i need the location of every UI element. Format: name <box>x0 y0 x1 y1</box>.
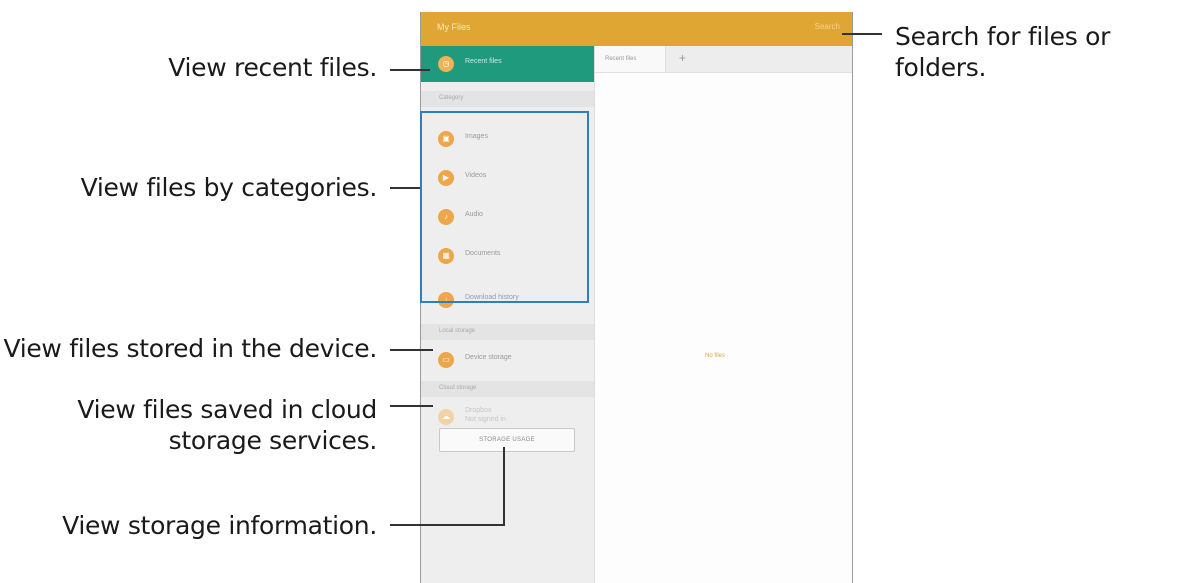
storage-usage-button[interactable]: STORAGE USAGE <box>439 428 575 452</box>
file-list-area: No files <box>595 73 852 583</box>
drawer-item-label: Device storage <box>465 354 512 361</box>
callout-storage-info: View storage information. <box>62 511 377 540</box>
cloud-item-status: Not signed in <box>465 416 506 423</box>
app-title: My Files <box>437 22 471 32</box>
connector-storage-horizontal <box>390 524 505 526</box>
add-tab-button[interactable]: + <box>679 51 686 65</box>
drawer-item-label: Recent files <box>465 58 502 65</box>
connector-recent <box>390 69 430 71</box>
callout-device-storage: View files stored in the device. <box>3 334 377 363</box>
drawer-item-device-storage[interactable]: ▭ Device storage <box>421 342 594 378</box>
cloud-item-name: Dropbox <box>465 407 492 414</box>
app-bar: My Files Search <box>421 12 852 46</box>
connector-search <box>842 33 882 35</box>
connector-device <box>390 349 433 351</box>
callout-cloud-storage: View files saved in cloud storage servic… <box>77 395 377 455</box>
cloud-icon: ☁ <box>438 409 454 425</box>
connector-categories <box>390 187 420 189</box>
clock-icon: ◷ <box>438 56 454 72</box>
connector-cloud <box>390 405 433 407</box>
device-storage-icon: ▭ <box>438 352 454 368</box>
callout-recent-files: View recent files. <box>168 53 377 82</box>
empty-state-text: No files <box>705 353 726 359</box>
categories-highlight-box <box>420 111 589 303</box>
search-button[interactable]: Search <box>815 22 840 31</box>
callout-search: Search for files or folders. <box>895 22 1111 82</box>
tab-recent-files[interactable]: Recent files <box>595 46 666 72</box>
drawer-item-recent-files[interactable]: ◷ Recent files <box>421 46 594 82</box>
cloud-storage-section-header: Cloud storage <box>421 381 594 397</box>
category-section-header: Category <box>421 91 594 107</box>
connector-storage-vertical <box>503 447 505 526</box>
tab-bar: Recent files + <box>595 46 852 73</box>
local-storage-section-header: Local storage <box>421 324 594 340</box>
callout-categories: View files by categories. <box>80 173 378 202</box>
